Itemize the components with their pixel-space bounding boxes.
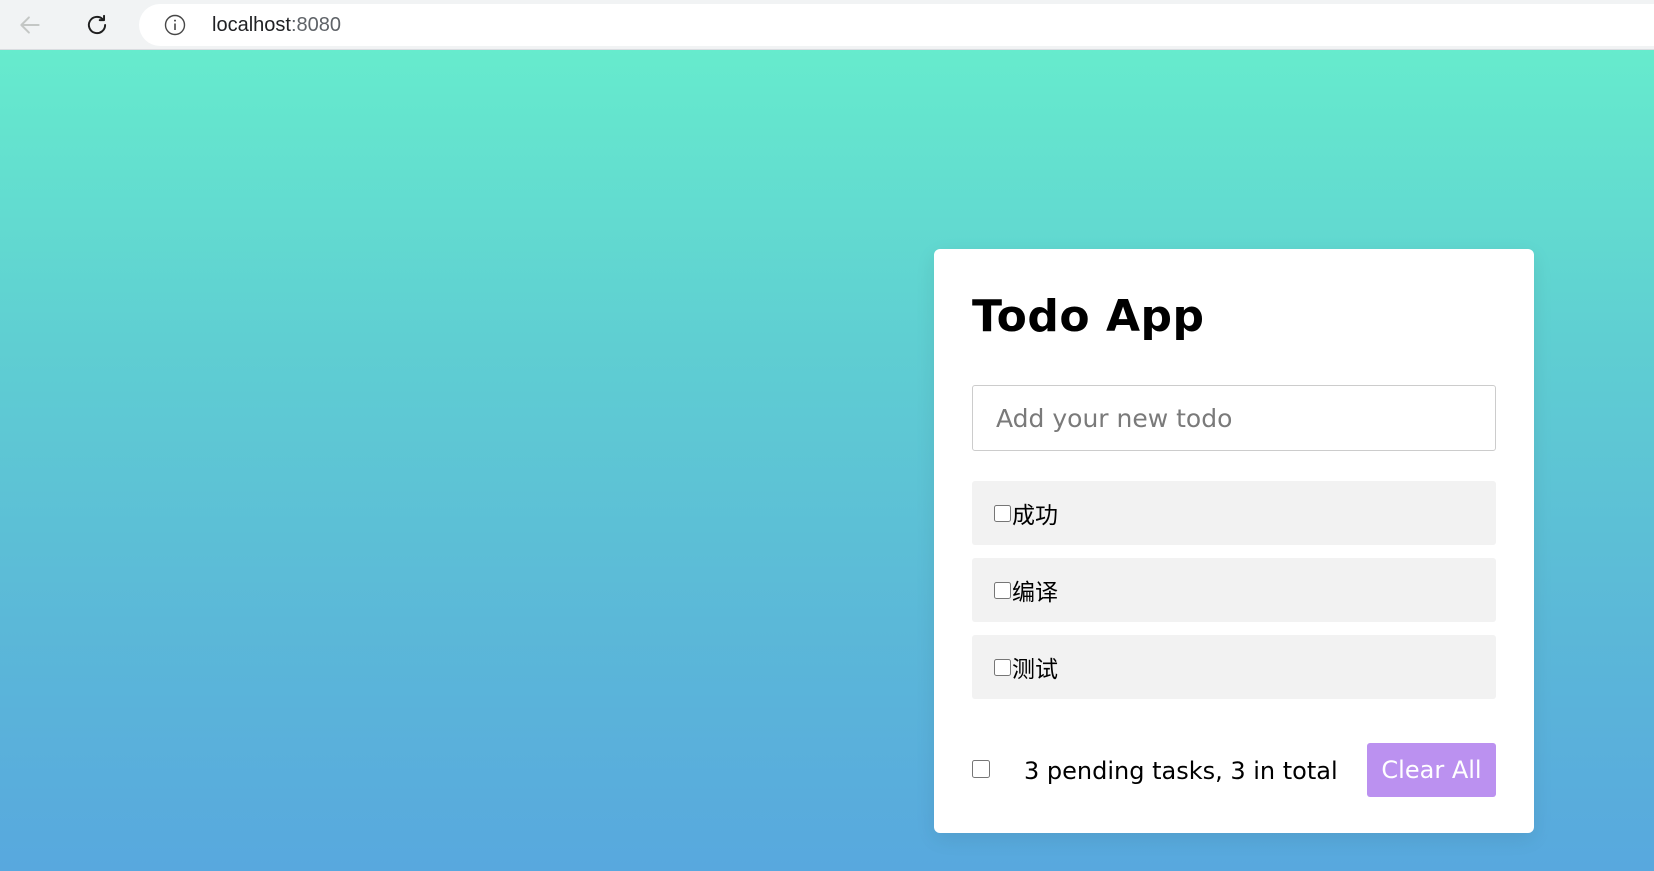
todo-item[interactable]: 编译 — [972, 558, 1496, 622]
reload-icon — [87, 14, 107, 35]
pending-status: 3 pending tasks, 3 in total — [1024, 757, 1338, 785]
address-bar[interactable]: localhost:8080 — [139, 4, 1654, 46]
todo-card: Todo App 成功 编译 测试 3 pending tasks, 3 in … — [934, 249, 1534, 833]
page-title: Todo App — [972, 291, 1205, 342]
todo-item[interactable]: 成功 — [972, 481, 1496, 545]
todo-checkbox[interactable] — [994, 658, 1011, 676]
todo-label: 编译 — [1012, 580, 1058, 606]
url-port: :8080 — [290, 14, 341, 36]
todo-list: 成功 编译 测试 — [972, 481, 1496, 712]
back-button[interactable] — [14, 9, 46, 41]
todo-footer: 3 pending tasks, 3 in total Clear All — [972, 743, 1496, 797]
select-all-checkbox[interactable] — [972, 760, 990, 778]
url-text[interactable]: localhost:8080 — [212, 14, 341, 36]
new-todo-input[interactable] — [972, 385, 1496, 451]
todo-label: 成功 — [1012, 503, 1058, 529]
arrow-left-icon — [20, 16, 40, 34]
url-host: localhost — [212, 14, 291, 36]
browser-toolbar: localhost:8080 — [0, 0, 1654, 50]
clear-all-button[interactable]: Clear All — [1367, 743, 1496, 797]
reload-button[interactable] — [81, 9, 113, 41]
todo-checkbox[interactable] — [994, 504, 1011, 522]
page-background: Todo App 成功 编译 测试 3 pending tasks, 3 in … — [0, 50, 1654, 871]
todo-item[interactable]: 测试 — [972, 635, 1496, 699]
todo-checkbox[interactable] — [994, 581, 1011, 599]
info-icon[interactable] — [164, 14, 186, 36]
todo-label: 测试 — [1012, 657, 1058, 683]
